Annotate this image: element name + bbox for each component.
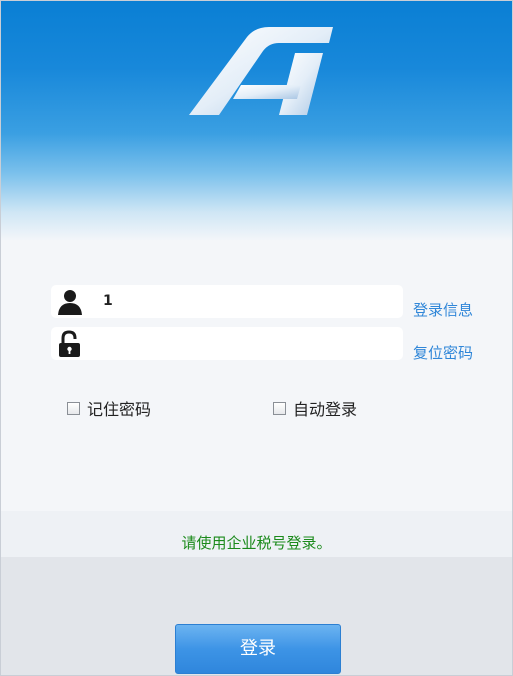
checkbox-box[interactable] — [273, 401, 286, 415]
user-icon — [58, 290, 82, 315]
remember-password-checkbox[interactable]: 记住密码 — [67, 396, 151, 420]
auto-login-checkbox[interactable]: 自动登录 — [273, 396, 357, 420]
login-notice: 请使用企业税号登录。 — [181, 534, 332, 552]
app-logo — [189, 27, 333, 115]
password-field[interactable] — [51, 327, 403, 360]
unlocked-padlock-icon — [59, 330, 80, 357]
login-button[interactable]: 登录 — [175, 624, 341, 674]
username-field[interactable] — [51, 285, 403, 318]
reset-password-link[interactable]: 复位密码 — [413, 342, 473, 363]
form-area — [1, 241, 512, 511]
checkbox-box[interactable] — [67, 401, 80, 415]
header-banner — [1, 1, 512, 241]
auto-login-label: 自动登录 — [293, 400, 358, 419]
password-input[interactable] — [103, 332, 393, 354]
username-input[interactable] — [103, 290, 393, 312]
remember-password-label: 记住密码 — [87, 400, 152, 419]
login-window: 登录信息 复位密码 记住密码 自动登录 请使用企业税号登录。 登录 — [0, 0, 513, 676]
login-info-link[interactable]: 登录信息 — [413, 299, 473, 320]
